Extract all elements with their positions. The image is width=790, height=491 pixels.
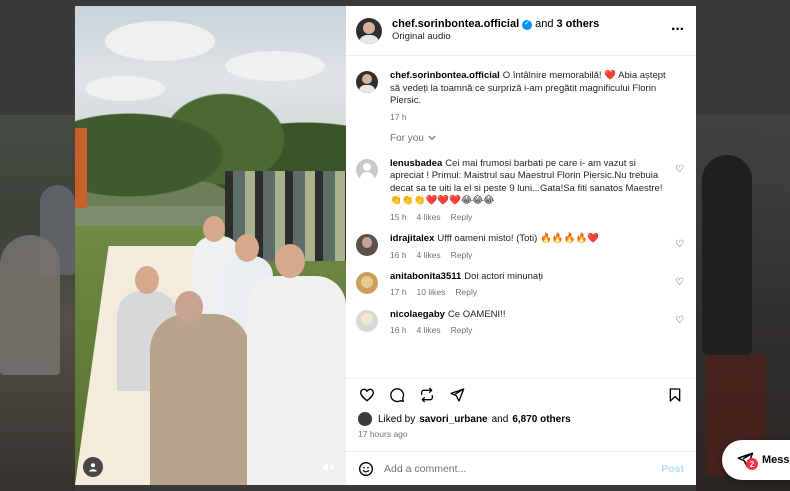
more-options-button[interactable]: ··· bbox=[671, 21, 685, 38]
comment-text: Ce OAMENI!! bbox=[447, 308, 506, 320]
caption-username[interactable]: chef.sorinbontea.official bbox=[390, 70, 500, 81]
tagged-users-button[interactable] bbox=[83, 457, 103, 477]
author-avatar[interactable] bbox=[356, 71, 378, 93]
likes-count-link[interactable]: 6,870 others bbox=[512, 414, 570, 425]
user-icon bbox=[89, 463, 97, 472]
reply-button[interactable]: Reply bbox=[451, 325, 473, 336]
comment-time[interactable]: 15 h bbox=[390, 212, 407, 223]
and-text: and bbox=[535, 17, 554, 30]
commenter-avatar[interactable] bbox=[356, 234, 378, 257]
collaborators-link[interactable]: 3 others bbox=[557, 18, 600, 32]
post-modal: chef.sorinbontea.official ✓ and 3 others… bbox=[75, 6, 696, 485]
reply-button[interactable]: Reply bbox=[451, 250, 473, 261]
messages-label: Messa bbox=[762, 454, 790, 466]
like-comment-heart-icon[interactable]: ♡ bbox=[675, 277, 684, 288]
ellipsis-icon: ··· bbox=[671, 21, 685, 38]
bookmark-icon bbox=[669, 388, 681, 402]
reply-button[interactable]: Reply bbox=[455, 287, 477, 298]
post-header: chef.sorinbontea.official ✓ and 3 others… bbox=[346, 6, 696, 56]
speaker-muted-icon bbox=[323, 462, 334, 472]
comment-likes[interactable]: 4 likes bbox=[417, 250, 441, 261]
comment-button[interactable] bbox=[388, 386, 406, 404]
comment-text: Doi actori minunați bbox=[464, 270, 543, 282]
liker-avatar[interactable] bbox=[358, 412, 372, 426]
messages-button[interactable]: 2 Messa bbox=[722, 440, 790, 480]
comments-section[interactable]: chef.sorinbontea.official O întâlnire mem… bbox=[346, 56, 696, 378]
commenter-avatar[interactable] bbox=[356, 158, 378, 181]
messages-badge: 2 bbox=[746, 458, 758, 470]
caption-time[interactable]: 17 h bbox=[390, 112, 668, 123]
for-you-label: For you bbox=[390, 132, 424, 144]
comment-username[interactable]: nicolaegaby bbox=[390, 309, 445, 320]
like-comment-heart-icon[interactable]: ♡ bbox=[675, 164, 684, 175]
liked-by-and: and bbox=[491, 413, 509, 425]
like-comment-heart-icon[interactable]: ♡ bbox=[675, 239, 684, 250]
repost-button[interactable] bbox=[418, 386, 436, 404]
commenter-avatar[interactable] bbox=[356, 271, 378, 294]
comment-time[interactable]: 16 h bbox=[390, 250, 407, 261]
post-video[interactable] bbox=[75, 6, 346, 485]
emoji-icon[interactable] bbox=[358, 461, 374, 477]
post-side-panel: chef.sorinbontea.official ✓ and 3 others… bbox=[346, 6, 696, 485]
likes-summary: Liked by savori_urbane and 6,870 others bbox=[346, 411, 696, 427]
post-timestamp[interactable]: 17 hours ago bbox=[346, 427, 696, 443]
comment-likes[interactable]: 10 likes bbox=[417, 287, 446, 298]
like-comment-heart-icon[interactable]: ♡ bbox=[675, 315, 684, 326]
comment-icon bbox=[390, 388, 405, 403]
chevron-down-icon bbox=[428, 135, 436, 141]
post-actions-bar bbox=[346, 378, 696, 411]
comment-username[interactable]: idrajitalex bbox=[390, 233, 434, 244]
verified-badge-icon: ✓ bbox=[522, 19, 533, 30]
for-you-toggle[interactable]: For you bbox=[390, 133, 684, 144]
comment-time[interactable]: 16 h bbox=[390, 325, 407, 336]
post-comment-button[interactable]: Post bbox=[661, 463, 684, 475]
liked-by-prefix: Liked by bbox=[378, 413, 416, 425]
heart-icon bbox=[359, 388, 375, 402]
save-button[interactable] bbox=[666, 386, 684, 404]
reply-button[interactable]: Reply bbox=[451, 212, 473, 223]
share-button[interactable] bbox=[448, 386, 466, 404]
like-button[interactable] bbox=[358, 386, 376, 404]
mute-button[interactable] bbox=[318, 457, 338, 477]
add-comment-bar: Post bbox=[346, 451, 696, 485]
audio-link[interactable]: Original audio bbox=[392, 31, 599, 43]
repost-icon bbox=[421, 387, 433, 403]
comment-likes[interactable]: 4 likes bbox=[417, 325, 441, 336]
comment-item: nicolaegaby Ce OAMENI!! 16 h 4 likes Repl… bbox=[356, 309, 684, 337]
comment-text: Ufff oameni misto! (Toti) 🔥🔥🔥🔥❤️ bbox=[437, 233, 600, 245]
liked-by-user[interactable]: savori_urbane bbox=[419, 414, 487, 425]
author-username[interactable]: chef.sorinbontea.official bbox=[392, 18, 519, 32]
comment-likes[interactable]: 4 likes bbox=[417, 212, 441, 223]
comment-input[interactable] bbox=[384, 462, 662, 475]
comment-username[interactable]: lenusbadea bbox=[390, 158, 442, 169]
post-caption: chef.sorinbontea.official O întâlnire mem… bbox=[356, 70, 684, 123]
comment-time[interactable]: 17 h bbox=[390, 287, 407, 298]
comment-username[interactable]: anitabonita3511 bbox=[390, 271, 461, 282]
comment-item: idrajitalex Ufff oameni misto! (Toti) 🔥🔥🔥… bbox=[356, 233, 684, 261]
send-icon bbox=[450, 388, 465, 402]
comment-item: lenusbadea Cei mai frumosi barbati pe car… bbox=[356, 158, 684, 223]
author-avatar[interactable] bbox=[356, 17, 382, 44]
commenter-avatar[interactable] bbox=[356, 309, 378, 332]
comment-item: anitabonita3511 Doi actori minunați 17 h … bbox=[356, 271, 684, 299]
